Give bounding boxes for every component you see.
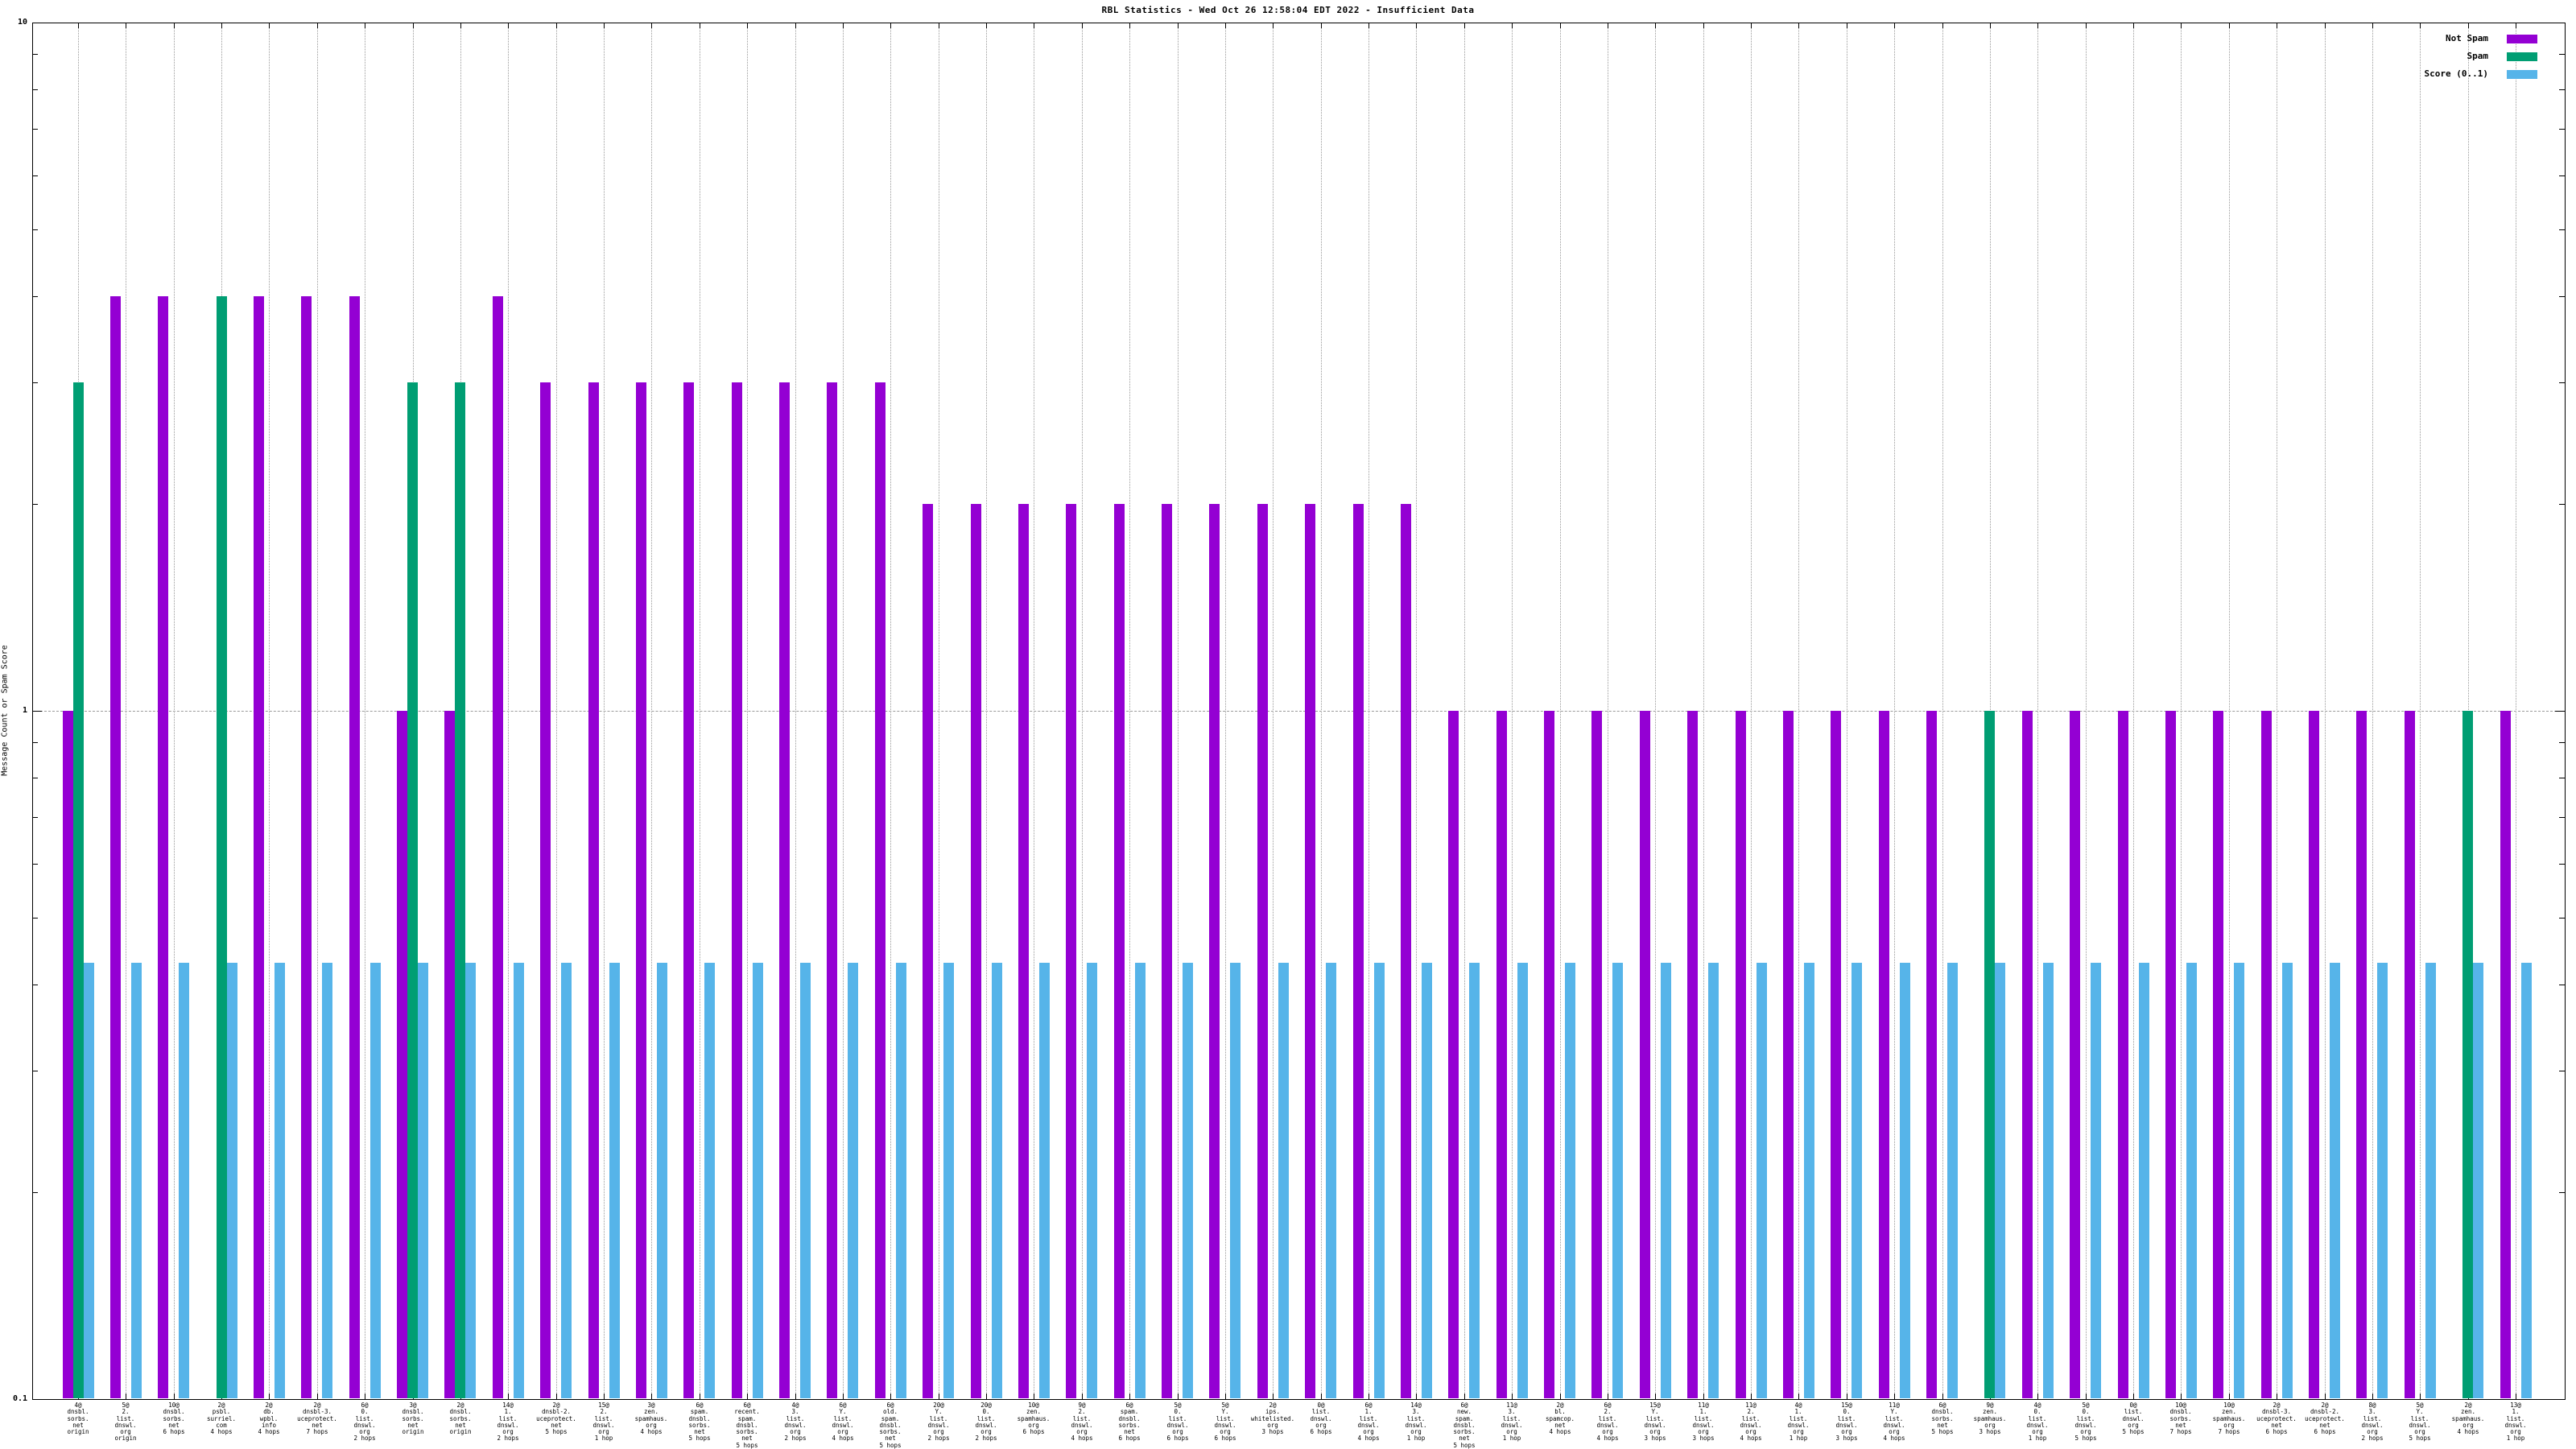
legend-item-score-0-1-: Score (0..1) <box>0 69 2565 79</box>
x-category-label: 2@ dnsbl-2. uceprotect. net 6 hops <box>2305 1402 2345 1436</box>
x-category-label: 6@ Y. list. dnswl. org 4 hops <box>832 1402 854 1443</box>
x-category-label: 20@ Y. list. dnswl. org 2 hops <box>927 1402 950 1443</box>
y-tick-label: 1 <box>22 706 27 715</box>
legend-swatch <box>2507 35 2537 43</box>
x-category-label: 11@ 2. list. dnswl. org 4 hops <box>1740 1402 1762 1443</box>
x-category-label: 5@ Y. list. dnswl. org 6 hops <box>1214 1402 1236 1443</box>
x-category-label: 6@ spam. dnsbl. sorbs. net 5 hops <box>688 1402 711 1443</box>
y-tick-label: 10 <box>17 18 27 27</box>
x-category-label: 2@ psbl. surriel. com 4 hops <box>206 1402 237 1436</box>
x-category-label: 6@ recent. spam. dnsbl. sorbs. net 5 hop… <box>734 1402 760 1449</box>
x-category-label: 6@ 1. list. dnswl. org 4 hops <box>1357 1402 1380 1443</box>
y-tick-label: 0.1 <box>12 1394 27 1403</box>
x-category-label: 6@ new. spam. dnsbl. sorbs. net 5 hops <box>1453 1402 1476 1449</box>
x-category-label: 4@ 0. list. dnswl. org 1 hop <box>2026 1402 2049 1443</box>
legend-swatch <box>2507 70 2537 79</box>
legend-swatch <box>2507 52 2537 61</box>
legend-item-spam: Spam <box>0 52 2565 61</box>
x-category-label: 2@ dnsbl-3. uceprotect. net 7 hops <box>297 1402 337 1436</box>
x-category-label: 9@ 2. list. dnswl. org 4 hops <box>1071 1402 1093 1443</box>
x-category-label: 2@ bl. spamcop. net 4 hops <box>1545 1402 1575 1436</box>
x-category-label: 11@ Y. list. dnswl. org 4 hops <box>1883 1402 1905 1443</box>
x-category-label: 13@ 1. list. dnswl. org 1 hop <box>2504 1402 2527 1443</box>
legend-label: Not Spam <box>2446 33 2488 43</box>
x-category-label: 8@ 3. list. dnswl. org 2 hops <box>2361 1402 2384 1443</box>
x-category-label: 6@ dnsbl. sorbs. net 5 hops <box>1931 1402 1954 1436</box>
plot-border <box>32 23 2566 1400</box>
x-category-label: 4@ dnsbl. sorbs. net origin <box>67 1402 89 1436</box>
x-category-label: 3@ dnsbl. sorbs. net origin <box>402 1402 424 1436</box>
x-category-label: 3@ zen. spamhaus. org 4 hops <box>634 1402 668 1436</box>
x-category-label: 2@ dnsbl-3. uceprotect. net 6 hops <box>2256 1402 2297 1436</box>
chart-title: RBL Statistics - Wed Oct 26 12:58:04 EDT… <box>1101 5 1475 15</box>
x-category-label: 5@ 2. list. dnswl. org origin <box>114 1402 137 1443</box>
x-category-label: 15@ 2. list. dnswl. org 1 hop <box>592 1402 615 1443</box>
x-category-label: 10@ zen. spamhaus. org 6 hops <box>1017 1402 1051 1436</box>
x-category-label: 2@ dnsbl. sorbs. net origin <box>449 1402 472 1436</box>
x-category-label: 2@ dnsbl-2. uceprotect. net 5 hops <box>536 1402 576 1436</box>
x-category-label: 6@ spam. dnsbl. sorbs. net 6 hops <box>1118 1402 1141 1443</box>
x-category-label: 9@ zen. spamhaus. org 3 hops <box>1973 1402 2007 1436</box>
x-category-label: 14@ 1. list. dnswl. org 2 hops <box>497 1402 519 1443</box>
x-category-label: 11@ 3. list. dnswl. org 1 hop <box>1501 1402 1523 1443</box>
x-category-label: 11@ 1. list. dnswl. org 3 hops <box>1692 1402 1715 1443</box>
x-category-label: 0@ list. dnswl. org 5 hops <box>2122 1402 2145 1436</box>
x-category-label: 10@ dnsbl. sorbs. net 7 hops <box>2169 1402 2192 1436</box>
x-category-label: 6@ old. spam. dnsbl. sorbs. net 5 hops <box>879 1402 902 1449</box>
legend-label: Score (0..1) <box>2424 68 2488 79</box>
legend-label: Spam <box>2467 51 2489 61</box>
x-category-label: 15@ 0. list. dnswl. org 3 hops <box>1835 1402 1858 1443</box>
x-category-label: 5@ 0. list. dnswl. org 5 hops <box>2074 1402 2097 1443</box>
x-category-label: 14@ 3. list. dnswl. org 1 hop <box>1405 1402 1427 1443</box>
x-category-label: 5@ Y. list. dnswl. org 5 hops <box>2409 1402 2431 1443</box>
x-category-label: 4@ 3. list. dnswl. org 2 hops <box>784 1402 807 1443</box>
x-category-label: 2@ zen. spamhaus. org 4 hops <box>2451 1402 2485 1436</box>
rbl-statistics-chart: RBL Statistics - Wed Oct 26 12:58:04 EDT… <box>0 0 2576 1449</box>
x-category-label: 10@ zen. spamhaus. org 7 hops <box>2212 1402 2246 1436</box>
x-category-label: 0@ list. dnswl. org 6 hops <box>1310 1402 1332 1436</box>
x-category-label: 15@ Y. list. dnswl. org 3 hops <box>1644 1402 1666 1443</box>
x-category-label: 5@ 0. list. dnswl. org 6 hops <box>1166 1402 1189 1443</box>
x-category-label: 2@ ips. whitelisted. org 3 hops <box>1250 1402 1295 1436</box>
x-category-label: 20@ 0. list. dnswl. org 2 hops <box>975 1402 997 1443</box>
x-category-label: 10@ dnsbl. sorbs. net 6 hops <box>163 1402 185 1436</box>
x-category-label: 4@ 1. list. dnswl. org 1 hop <box>1787 1402 1810 1443</box>
x-category-label: 6@ 2. list. dnswl. org 4 hops <box>1596 1402 1619 1443</box>
legend-item-not-spam: Not Spam <box>0 34 2565 43</box>
x-category-label: 2@ db. wpbl. info 4 hops <box>258 1402 280 1436</box>
x-category-label: 6@ 0. list. dnswl. org 2 hops <box>353 1402 376 1443</box>
